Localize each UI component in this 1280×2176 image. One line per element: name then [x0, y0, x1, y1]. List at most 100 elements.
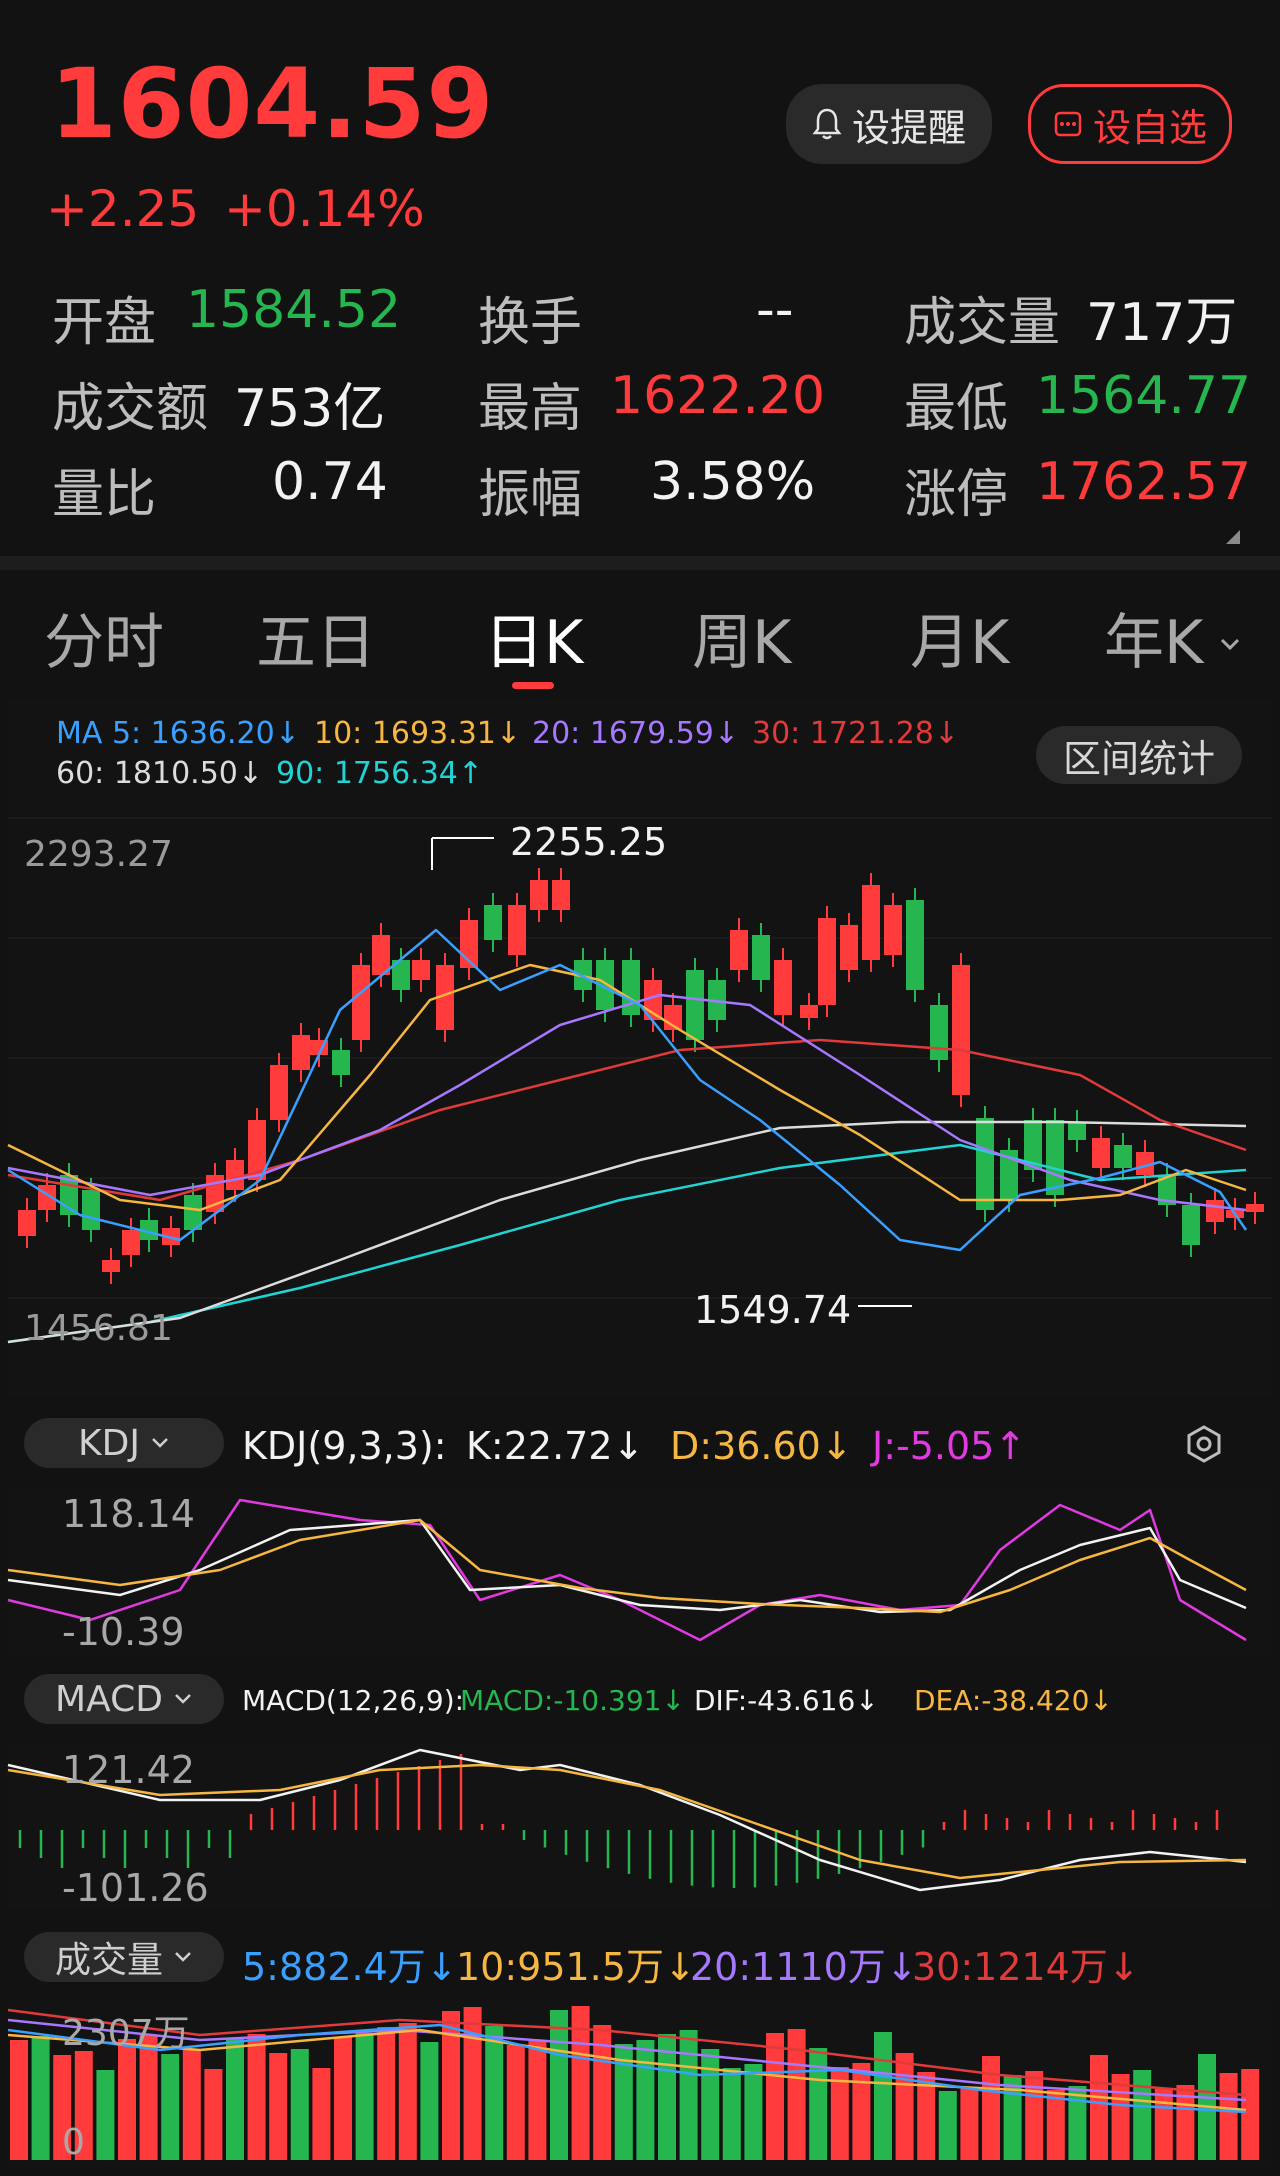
macd-dif-value: DIF:-43.616↓	[694, 1684, 879, 1717]
candle-body	[1114, 1145, 1132, 1168]
volume-bar	[1025, 2071, 1044, 2160]
candle-body	[930, 1005, 948, 1060]
volume-bar	[463, 2007, 482, 2160]
candle-body	[1092, 1138, 1110, 1168]
volume-bar	[31, 2036, 50, 2160]
candle-body	[292, 1035, 310, 1070]
volume-bar	[182, 2050, 201, 2160]
candle-body	[332, 1050, 350, 1075]
volume-bar	[10, 2040, 28, 2160]
candle-body	[1046, 1120, 1064, 1195]
kdj-k-value: K:22.72↓	[466, 1424, 645, 1468]
volume-bar	[420, 2042, 439, 2160]
candle-body	[508, 905, 526, 955]
volume-bar	[506, 2045, 525, 2160]
volume-bar	[204, 2069, 223, 2160]
candle-body	[226, 1160, 244, 1190]
candle-body	[752, 935, 770, 980]
volume-bar	[852, 2063, 871, 2160]
kdj-selector[interactable]: KDJ	[24, 1418, 224, 1468]
candle-body	[730, 930, 748, 970]
candle-body	[800, 1005, 818, 1018]
kdj-selector-label: KDJ	[78, 1422, 140, 1464]
volume-ma30: 30:1214万↓	[912, 1945, 1140, 1989]
macd-value: MACD:-10.391↓	[460, 1684, 685, 1717]
chevron-down-icon	[175, 1952, 191, 1962]
candle-body	[552, 880, 570, 910]
macd-title: MACD(12,26,9):	[242, 1684, 465, 1717]
candle-body	[412, 960, 430, 980]
kdj-title: KDJ(9,3,3):	[242, 1424, 447, 1468]
chevron-down-icon	[175, 1694, 191, 1704]
volume-bar	[1090, 2055, 1108, 2160]
volume-bar	[1046, 2090, 1065, 2160]
candle-body	[884, 905, 902, 955]
volume-bar	[528, 2041, 547, 2160]
macd-selector[interactable]: MACD	[24, 1674, 224, 1724]
kline-y-top-label: 2293.27	[24, 834, 173, 875]
macd-y-top: 121.42	[62, 1748, 195, 1792]
volume-bar	[809, 2048, 828, 2160]
candle-body	[774, 960, 792, 1015]
candle-body	[952, 965, 970, 1095]
kdj-j-value: J:-5.05↑	[872, 1424, 1027, 1468]
volume-bar	[895, 2053, 914, 2160]
candle-body	[82, 1190, 100, 1230]
volume-bar	[1219, 2073, 1238, 2160]
candle-body	[818, 918, 836, 1005]
candle-body	[1206, 1200, 1224, 1222]
candle-body	[1068, 1122, 1086, 1140]
volume-selector[interactable]: 成交量	[24, 1932, 224, 1982]
candle-body	[840, 925, 858, 970]
settings-icon[interactable]	[1184, 1424, 1224, 1464]
volume-bar	[290, 2049, 309, 2160]
macd-selector-label: MACD	[55, 1678, 163, 1720]
kline-y-bottom-label: 1456.81	[24, 1308, 173, 1349]
charts-canvas	[7, 817, 1272, 2160]
volume-bar	[744, 2064, 763, 2160]
volume-bar	[377, 2027, 396, 2160]
volume-bar	[355, 2033, 374, 2160]
kdj-d-value: D:36.60↓	[670, 1424, 853, 1468]
volume-bar	[226, 2038, 244, 2160]
candle-body	[484, 905, 502, 940]
volume-bar	[1241, 2069, 1260, 2160]
volume-bar	[1068, 2086, 1087, 2160]
volume-bar	[1003, 2075, 1022, 2160]
candle-body	[1182, 1205, 1200, 1245]
candle-body	[906, 900, 924, 990]
kline-high-marker: 2255.25	[510, 820, 668, 864]
volume-bar	[636, 2040, 655, 2160]
volume-bar	[766, 2033, 784, 2160]
volume-bar	[247, 2034, 266, 2160]
volume-bar	[312, 2068, 331, 2160]
volume-ma5: 5:882.4万↓	[242, 1945, 458, 1989]
candle-body	[102, 1260, 120, 1272]
volume-y-bottom: 0	[62, 2122, 85, 2163]
candle-body	[976, 1118, 994, 1210]
volume-bar	[96, 2070, 115, 2160]
volume-ma10: 10:951.5万↓	[456, 1945, 696, 1989]
volume-bar	[960, 2087, 979, 2160]
volume-bar	[874, 2032, 892, 2160]
volume-bar	[161, 2054, 180, 2160]
candle-body	[122, 1230, 140, 1255]
candle-body	[18, 1210, 36, 1236]
volume-bar	[269, 2053, 288, 2160]
volume-bar	[1154, 2089, 1173, 2160]
volume-bar	[550, 2010, 568, 2160]
volume-bar	[1133, 2070, 1152, 2160]
volume-bar	[334, 2037, 352, 2160]
volume-bar	[398, 2023, 417, 2160]
volume-bar	[485, 2026, 504, 2160]
candle-body	[686, 970, 704, 1040]
volume-bar	[118, 2039, 136, 2160]
candle-body	[530, 880, 548, 910]
candle-body	[352, 965, 370, 1040]
kdj-y-top: 118.14	[62, 1492, 195, 1536]
volume-bar	[1111, 2074, 1130, 2160]
volume-bar	[982, 2056, 1000, 2160]
macd-dea-value: DEA:-38.420↓	[914, 1684, 1113, 1717]
candle-body	[270, 1065, 288, 1120]
volume-bar	[701, 2049, 720, 2160]
